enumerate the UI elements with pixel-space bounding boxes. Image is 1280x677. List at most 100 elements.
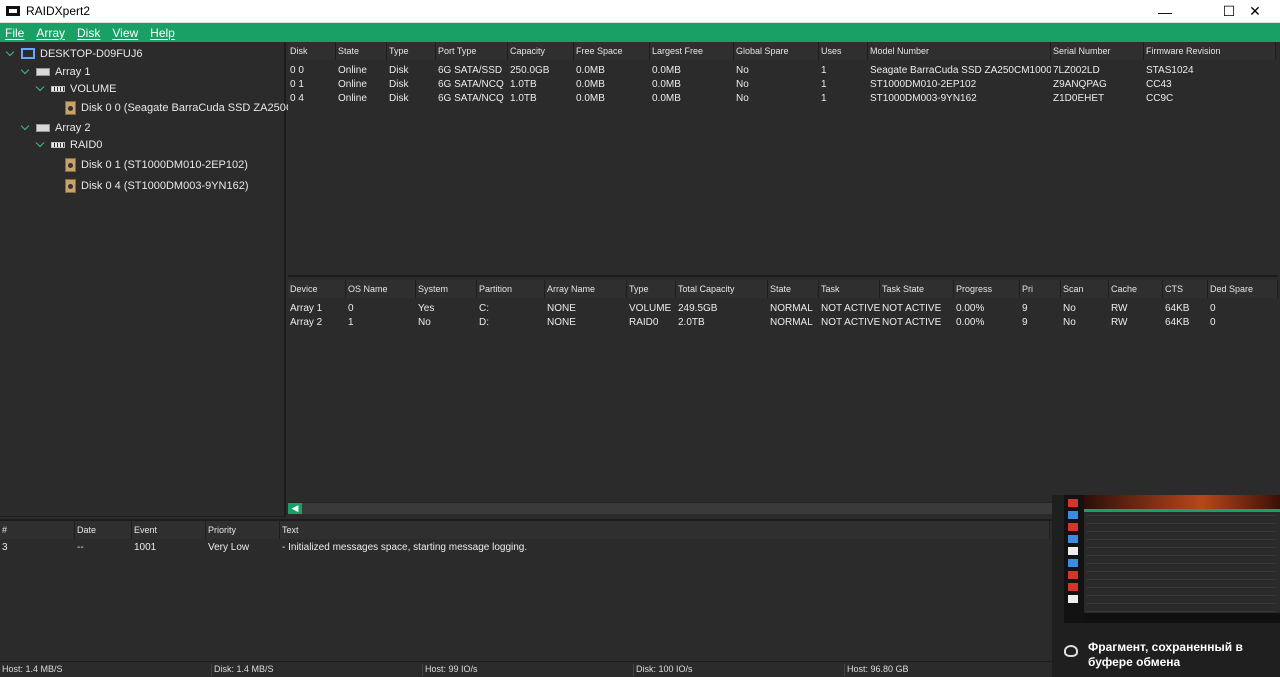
close-button[interactable]: ✕ (1232, 0, 1278, 23)
disk_table-col-header[interactable]: Largest Free (650, 42, 734, 60)
notification-text: Фрагмент, сохраненный в буфере обмена (1088, 640, 1243, 669)
array_table-col-header[interactable]: CTS (1163, 280, 1208, 298)
tree-node-array-2[interactable]: Array 2 (20, 119, 90, 136)
table-cell: 6G SATA/SSD (438, 65, 503, 76)
hard-disk-icon (65, 157, 76, 172)
table-row[interactable]: 0 4 Online Disk 6G SATA/NCQ 1.0TB 0.0MB 0.0MB N… (288, 92, 1276, 106)
tree-label-disk-0-0: Disk 0 0 (Seagate BarraCuda SSD ZA250CM.… (81, 101, 313, 114)
menu-help[interactable]: Help (150, 26, 175, 40)
table-cell: 2.0TB (678, 317, 705, 328)
status-host-iops: Host: 99 IO/s (422, 664, 478, 676)
tree-node-computer[interactable]: DESKTOP-D09FUJ6 (5, 45, 143, 62)
screenshot-thumbnail[interactable] (1064, 495, 1280, 623)
table-cell: ST1000DM003-9YN162 (870, 93, 977, 104)
volume-icon (51, 141, 65, 148)
table-cell: Array 1 (290, 303, 323, 314)
table-cell: 1.0TB (510, 79, 537, 90)
array_table-col-header[interactable]: OS Name (346, 280, 416, 298)
tree-node-volume[interactable]: VOLUME (35, 80, 116, 97)
status-disk-throughput: Disk: 1.4 MB/S (211, 664, 274, 676)
table-cell: 3 (2, 542, 8, 553)
table-row[interactable]: 0 0 Online Disk 6G SATA/SSD 250.0GB 0.0MB 0.0M… (288, 64, 1276, 78)
chevron-down-icon[interactable] (35, 140, 45, 150)
hard-disk-icon (65, 178, 76, 193)
table-cell: NORMAL (770, 317, 813, 328)
menu-view[interactable]: View (112, 26, 138, 40)
table-cell: VOLUME (629, 303, 672, 314)
table-cell: NORMAL (770, 303, 813, 314)
table-row[interactable]: Array 2 1 No D: NONE RAID0 2.0TB NORMAL NOT ACTI… (288, 316, 1278, 330)
chevron-down-icon[interactable] (35, 84, 45, 94)
disk_table-col-header[interactable]: Serial Number (1051, 42, 1144, 60)
table-cell: NOT ACTIVE (882, 303, 942, 314)
array_table-col-header[interactable]: Ded Spare (1208, 280, 1278, 298)
table-cell: 1 (821, 65, 827, 76)
table-cell: 6G SATA/NCQ (438, 79, 504, 90)
minimize-button[interactable]: — (1142, 0, 1188, 23)
array_table-col-header[interactable]: Partition (477, 280, 545, 298)
table-cell: 1 (348, 317, 354, 328)
table-row[interactable]: 0 1 Online Disk 6G SATA/NCQ 1.0TB 0.0MB 0.0MB N… (288, 78, 1276, 92)
array_table-col-header[interactable]: System (416, 280, 477, 298)
table-cell: Disk (389, 93, 409, 104)
disk_table-col-header[interactable]: Type (387, 42, 436, 60)
table-cell: 0 4 (290, 93, 304, 104)
disk_table-col-header[interactable]: Capacity (508, 42, 574, 60)
disk_table-col-header[interactable]: Disk (288, 42, 336, 60)
table-cell: 64KB (1165, 303, 1190, 314)
table-cell: RAID0 (629, 317, 659, 328)
tree-node-array-1[interactable]: Array 1 (20, 63, 90, 80)
disk_table-col-header[interactable]: Firmware Revision (1144, 42, 1276, 60)
disk_table-col-header[interactable]: Port Type (436, 42, 508, 60)
table-row[interactable]: 3 -- 1001 Very Low - Initialized messages sp… (0, 541, 1050, 555)
array_table-col-header[interactable]: Device (288, 280, 346, 298)
table-cell: Disk (389, 79, 409, 90)
chevron-down-icon[interactable] (20, 123, 30, 133)
table-cell: 1.0TB (510, 93, 537, 104)
array_table-col-header[interactable]: Type (627, 280, 676, 298)
log_table-col-header[interactable]: Date (75, 521, 132, 539)
array_table-col-header[interactable]: Cache (1109, 280, 1163, 298)
tree-node-disk-0-1[interactable]: Disk 0 1 (ST1000DM010-2EP102) (65, 156, 248, 173)
volume-icon (51, 85, 65, 92)
table-cell: NOT ACTIVE (882, 317, 942, 328)
log_table-col-header[interactable]: Event (132, 521, 206, 539)
disk_table-col-header[interactable]: Global Spare (734, 42, 819, 60)
array_table-col-header[interactable]: Task State (880, 280, 954, 298)
menu-file[interactable]: File (5, 26, 24, 40)
tree-node-disk-0-0[interactable]: Disk 0 0 (Seagate BarraCuda SSD ZA250CM.… (65, 99, 312, 116)
array_table-col-header[interactable]: State (768, 280, 819, 298)
table-cell: Online (338, 93, 367, 104)
array-table: Device OS Name System Partition Array Name Ty… (288, 280, 1278, 502)
disk-table: Disk State Type Port Type Capacity Free Space… (288, 42, 1278, 277)
array_table-col-header[interactable]: Pri (1020, 280, 1061, 298)
table-cell: Z1D0EHET (1053, 93, 1105, 104)
log_table-col-header[interactable]: # (0, 521, 75, 539)
menu-disk[interactable]: Disk (77, 26, 100, 40)
array_table-col-header[interactable]: Progress (954, 280, 1020, 298)
array-table-header: Device OS Name System Partition Array Name Ty… (288, 280, 1278, 298)
scroll-left-arrow-icon[interactable]: ◀ (288, 503, 302, 514)
tree-node-disk-0-4[interactable]: Disk 0 4 (ST1000DM003-9YN162) (65, 177, 249, 194)
table-cell: NOT ACTIVE (821, 317, 880, 328)
clipboard-notification[interactable]: Фрагмент, сохраненный в буфере обмена (1052, 495, 1280, 677)
tree-node-raid0[interactable]: RAID0 (35, 136, 102, 153)
array_table-col-header[interactable]: Task (819, 280, 880, 298)
chevron-down-icon[interactable] (20, 67, 30, 77)
array_table-col-header[interactable]: Total Capacity (676, 280, 768, 298)
array_table-col-header[interactable]: Array Name (545, 280, 627, 298)
disk_table-col-header[interactable]: Model Number (868, 42, 1051, 60)
table-cell: No (1063, 317, 1076, 328)
chevron-down-icon[interactable] (5, 49, 15, 59)
disk_table-col-header[interactable]: Free Space (574, 42, 650, 60)
log_table-col-header[interactable]: Text (280, 521, 1050, 539)
menu-array[interactable]: Array (36, 26, 65, 40)
log_table-col-header[interactable]: Priority (206, 521, 280, 539)
table-cell: 7LZ002LD (1053, 65, 1100, 76)
table-cell: NONE (547, 303, 576, 314)
tree-label-disk-0-1: Disk 0 1 (ST1000DM010-2EP102) (81, 158, 248, 171)
table-row[interactable]: Array 1 0 Yes C: NONE VOLUME 249.5GB NORMAL NOT … (288, 302, 1278, 316)
array_table-col-header[interactable]: Scan (1061, 280, 1109, 298)
disk_table-col-header[interactable]: State (336, 42, 387, 60)
disk_table-col-header[interactable]: Uses (819, 42, 868, 60)
